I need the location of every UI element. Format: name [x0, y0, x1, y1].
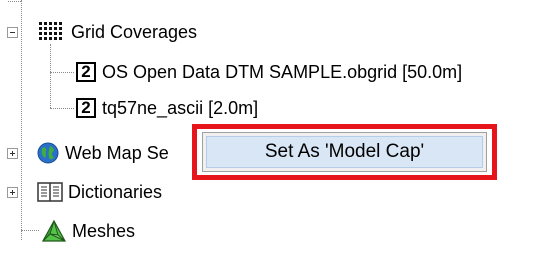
- grid-2-icon: 2: [76, 62, 96, 82]
- tree-connector: [21, 0, 22, 240]
- tree-item-meshes[interactable]: Meshes: [40, 217, 135, 245]
- tree-item-label: OS Open Data DTM SAMPLE.obgrid [50.0m]: [102, 62, 463, 82]
- tree-item-os-open-data-dtm[interactable]: 2 OS Open Data DTM SAMPLE.obgrid [50.0m]: [76, 58, 462, 86]
- tree-connector: [50, 108, 74, 109]
- globe-icon: [36, 141, 60, 165]
- book-icon: [36, 180, 64, 204]
- tree-item-tq57ne-ascii[interactable]: 2 tq57ne_ascii [2.0m]: [76, 94, 258, 122]
- tree-item-dictionaries[interactable]: Dictionaries: [36, 178, 162, 206]
- tree-connector: [50, 44, 51, 108]
- tree-connector: [21, 230, 39, 231]
- tree-item-label: Grid Coverages: [71, 22, 198, 42]
- tree-item-label: tq57ne_ascii [2.0m]: [102, 98, 259, 118]
- tree-item-label: Web Map Se: [65, 143, 169, 163]
- highlight-box: [192, 124, 497, 180]
- expand-web-map-services-toggle[interactable]: [7, 148, 18, 159]
- mesh-icon: [40, 218, 68, 244]
- layer-tree: Grid Coverages 2 OS Open Data DTM SAMPLE…: [0, 0, 537, 253]
- tree-item-web-map-services[interactable]: Web Map Se: [36, 139, 169, 167]
- grid-2-icon: 2: [76, 98, 96, 118]
- grid-dots-icon: [36, 20, 64, 44]
- expand-dictionaries-toggle[interactable]: [7, 187, 18, 198]
- tree-item-label: Meshes: [72, 221, 136, 241]
- tree-item-grid-coverages[interactable]: Grid Coverages: [36, 18, 197, 46]
- tree-connector: [50, 72, 74, 73]
- expand-grid-coverages-toggle[interactable]: [7, 27, 18, 38]
- tree-item-label: Dictionaries: [68, 182, 163, 202]
- tree-connector: [8, 1, 21, 2]
